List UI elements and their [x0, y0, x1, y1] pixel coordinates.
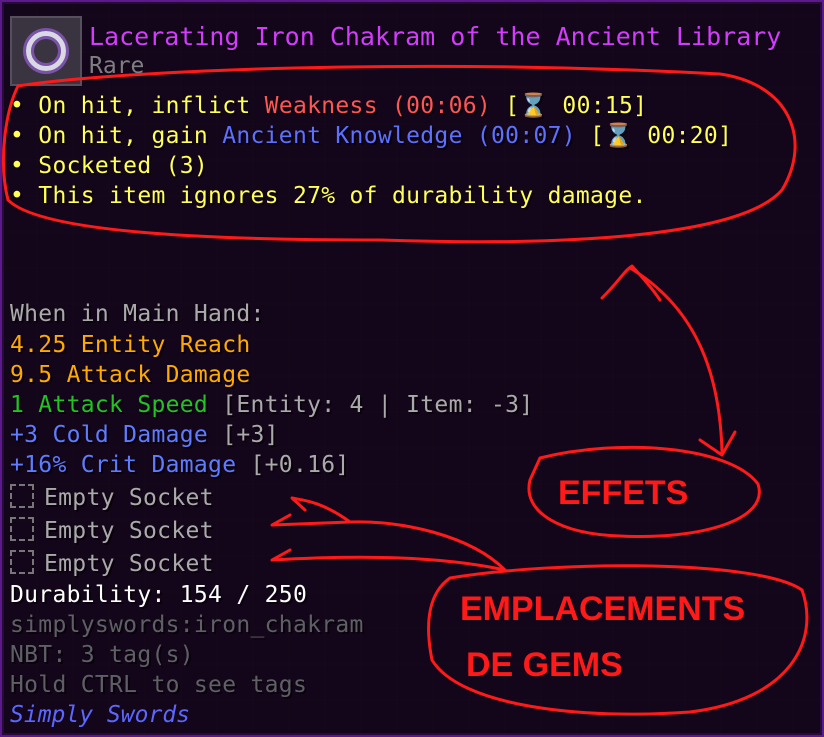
sockets-label-line-2: DE GEMS [466, 646, 623, 684]
effects-circle [2, 64, 797, 244]
sockets-arrow-1 [348, 520, 507, 572]
effects-arrow [628, 266, 724, 454]
sockets-label-line-1: EMPLACEMENTS [460, 590, 746, 628]
sockets-label-circle [427, 564, 809, 716]
sockets-arrow-3 [270, 513, 352, 527]
sockets-arrow-2 [290, 496, 352, 524]
effects-arrow-head [698, 430, 737, 457]
effects-label: EFFETS [558, 474, 689, 512]
sockets-arrow-4 [270, 548, 507, 572]
